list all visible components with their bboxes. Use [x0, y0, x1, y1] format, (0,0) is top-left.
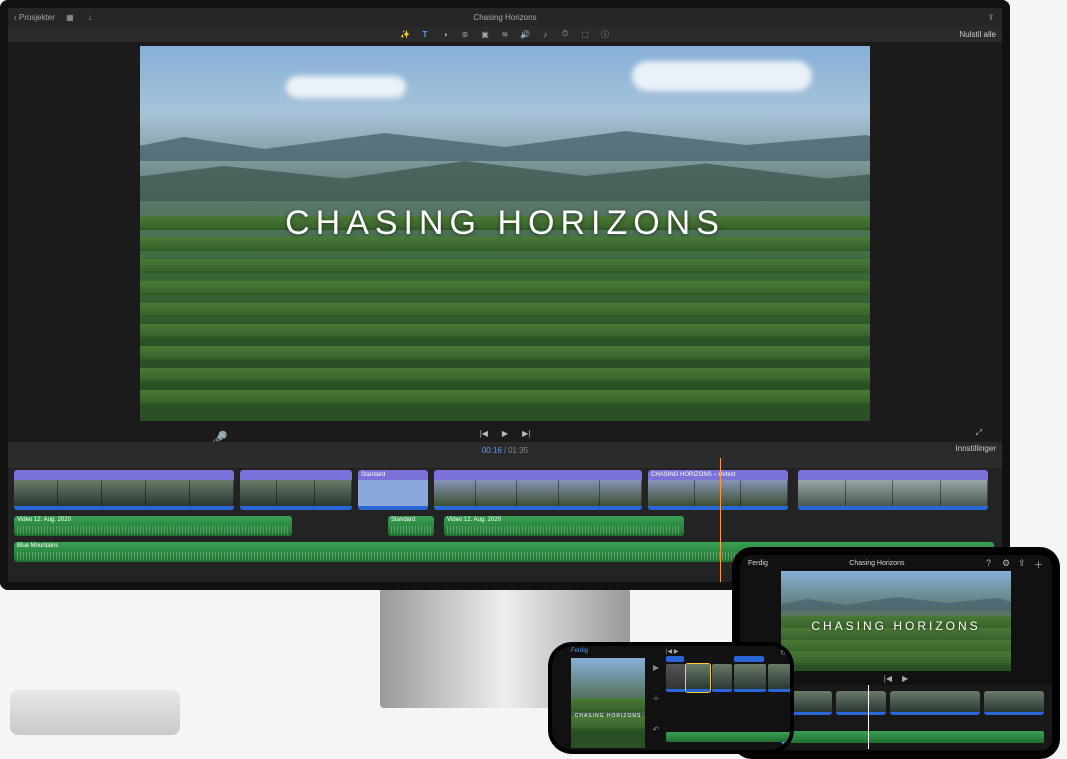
ipad-project-title: Chasing Horizons: [774, 560, 980, 567]
timeline-clip[interactable]: CHASING HORIZONS – Uvtext: [648, 470, 788, 510]
back-button[interactable]: ‹ Prosjekter: [14, 13, 55, 22]
ipad-play-button[interactable]: ▶: [902, 674, 908, 683]
mac-screen: ‹ Prosjekter ▦ ↓ Chasing Horizons ⇪ ✨ T …: [0, 0, 1010, 590]
ipad-video-track[interactable]: [760, 689, 1048, 717]
reset-all-button[interactable]: Nulstil alle: [960, 30, 996, 39]
timeline-clip[interactable]: [798, 470, 988, 510]
noise-reduce-icon[interactable]: ♪: [540, 29, 550, 39]
ipad-timeline-clip[interactable]: [984, 691, 1044, 715]
viewer-title-overlay[interactable]: CHASING HORIZONS: [140, 204, 870, 243]
next-frame-button[interactable]: ▶|: [522, 429, 530, 438]
timeline-settings-button[interactable]: Innstillinger: [956, 444, 996, 453]
fullscreen-button[interactable]: ⤢: [976, 428, 982, 438]
ipad-topbar: Ferdig Chasing Horizons ? ⚙ ⇪ ＋: [740, 555, 1052, 571]
prev-frame-button[interactable]: |◀: [480, 429, 488, 438]
filter-icon[interactable]: ⬚: [580, 29, 590, 39]
viewer-panel: CHASING HORIZONS 🎤 |◀ ▶ ▶| ⤢: [8, 42, 1002, 442]
timecode-current: 00:16: [482, 446, 502, 455]
timeline-clip[interactable]: [14, 470, 234, 510]
audio-clip[interactable]: Standard: [388, 516, 434, 536]
share-icon[interactable]: ⇪: [1018, 558, 1028, 568]
timeline-clip[interactable]: Standard: [358, 470, 428, 510]
iphone-timeline-clip[interactable]: [666, 664, 686, 692]
iphone-timeline-clip[interactable]: [734, 664, 766, 692]
share-icon[interactable]: ⇪: [986, 12, 996, 22]
cloud-decoration: [286, 76, 406, 98]
mac-mini-device: [10, 690, 180, 735]
iphone-timeline[interactable]: |◀ ▶: [664, 646, 776, 750]
viewer-frame[interactable]: CHASING HORIZONS: [140, 46, 870, 421]
color-balance-icon[interactable]: ◑: [440, 29, 450, 39]
playhead[interactable]: [720, 458, 721, 583]
mountain-decoration: [140, 121, 870, 161]
imovie-topbar: ‹ Prosjekter ▦ ↓ Chasing Horizons ⇪: [8, 8, 1002, 26]
timecode-bar: 00:16 / 01:35 Innstillinger: [8, 442, 1002, 458]
iphone-undo-icon[interactable]: ↶: [653, 725, 660, 734]
color-correct-icon[interactable]: ⊚: [460, 29, 470, 39]
mac-display: ‹ Prosjekter ▦ ↓ Chasing Horizons ⇪ ✨ T …: [0, 0, 1010, 590]
speed-icon[interactable]: ⏱: [560, 29, 570, 39]
iphone-timeline-clip[interactable]: [686, 664, 710, 692]
ipad-audio-track[interactable]: [760, 731, 1048, 745]
iphone-time-indicator: |◀ ▶: [666, 648, 678, 655]
ipad-playhead[interactable]: [868, 685, 869, 749]
ipad-timeline-clip[interactable]: [890, 691, 980, 715]
add-media-icon[interactable]: ＋: [1034, 558, 1044, 568]
help-icon[interactable]: ?: [986, 558, 996, 568]
playback-controls: |◀ ▶ ▶| ⤢: [8, 424, 1002, 442]
crop-icon[interactable]: ▣: [480, 29, 490, 39]
cloud-decoration: [632, 61, 812, 91]
iphone-video-track[interactable]: [666, 662, 774, 694]
iphone-add-icon[interactable]: ＋: [652, 693, 660, 704]
audio-clip[interactable]: Video 12. Aug. 2020: [444, 516, 684, 536]
done-button[interactable]: Ferdig: [748, 560, 768, 567]
timeline-ruler[interactable]: [8, 458, 1002, 468]
audio-clip[interactable]: Video 12. Aug. 2020: [14, 516, 292, 536]
adjust-toolbar: ✨ T ◑ ⊚ ▣ ≋ 🔊 ♪ ⏱ ⬚ ⓘ Nulstil alle: [8, 26, 1002, 42]
library-icon[interactable]: ▦: [65, 12, 75, 22]
audio-track-1[interactable]: Video 12. Aug. 2020 Standard Video 12. Aug…: [8, 516, 1002, 538]
iphone-mid-controls: ▶ ＋ ↶: [648, 646, 664, 750]
iphone-play-icon[interactable]: ▶: [653, 663, 659, 672]
volume-icon[interactable]: 🔊: [520, 29, 530, 39]
import-icon[interactable]: ↓: [85, 12, 95, 22]
iphone-statusbar-left: ·: [552, 646, 568, 750]
timecode-total: 01:35: [508, 446, 528, 455]
timeline-clip[interactable]: [240, 470, 352, 510]
ipad-prev-button[interactable]: |◀: [884, 674, 892, 683]
iphone-viewer-title: CHASING HORIZONS: [571, 713, 645, 719]
titles-icon[interactable]: T: [420, 29, 430, 39]
info-icon[interactable]: ⓘ: [600, 29, 610, 39]
iphone-done-button[interactable]: Ferdig: [568, 646, 648, 656]
project-title: Chasing Horizons: [473, 13, 536, 22]
iphone-audio-clip[interactable]: [666, 732, 790, 742]
video-track[interactable]: Standard CHASING HORIZONS – Uvtext: [8, 468, 1002, 512]
iphone-screen: · Ferdig CHASING HORIZONS ▶ ＋ ↶ |◀ ▶ ↻ ✦: [552, 646, 790, 750]
auto-enhance-icon[interactable]: ✨: [400, 29, 410, 39]
ipad-audio-clip[interactable]: [760, 731, 1044, 743]
ipad-viewer-title: CHASING HORIZONS: [781, 619, 1011, 633]
timecode-separator: /: [504, 446, 506, 455]
ipad-viewer[interactable]: CHASING HORIZONS: [781, 571, 1011, 671]
iphone-audio-track[interactable]: [666, 732, 774, 744]
stabilize-icon[interactable]: ≋: [500, 29, 510, 39]
ipad-timeline-clip[interactable]: [836, 691, 886, 715]
clock-indicator: ·: [559, 650, 561, 656]
iphone-left-panel: Ferdig CHASING HORIZONS: [568, 646, 648, 750]
settings-icon[interactable]: ⚙: [1002, 558, 1012, 568]
timeline-clip[interactable]: [434, 470, 642, 510]
iphone-device: · Ferdig CHASING HORIZONS ▶ ＋ ↶ |◀ ▶ ↻ ✦: [548, 642, 794, 754]
iphone-loop-icon[interactable]: ↻: [780, 649, 786, 657]
mountain-decoration: [781, 591, 1011, 611]
iphone-timeline-clip[interactable]: [768, 664, 790, 692]
play-button[interactable]: ▶: [502, 429, 508, 438]
iphone-timeline-clip[interactable]: [712, 664, 732, 692]
iphone-viewer[interactable]: CHASING HORIZONS: [571, 658, 645, 748]
